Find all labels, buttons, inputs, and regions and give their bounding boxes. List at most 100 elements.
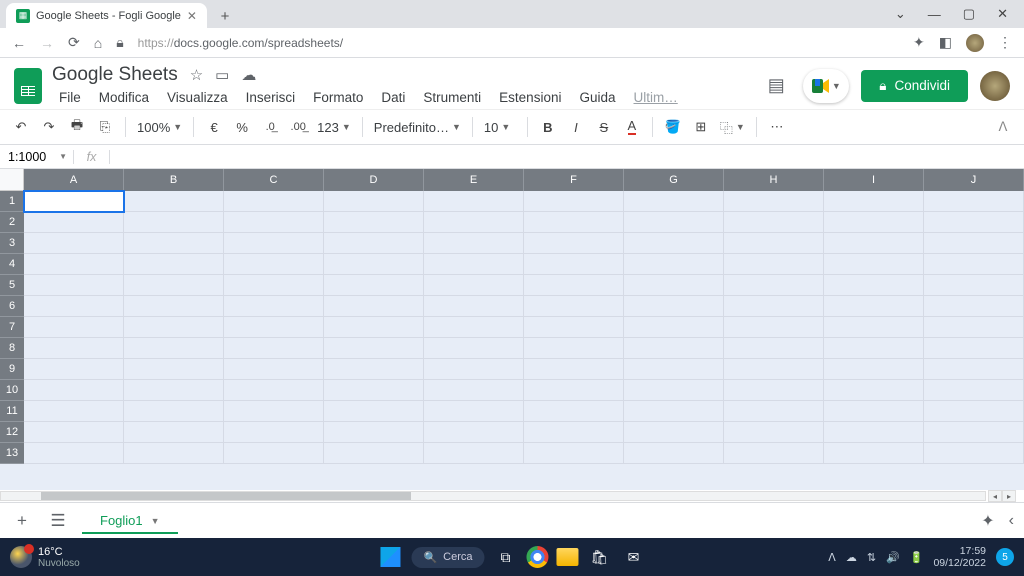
row-header[interactable]: 6 — [0, 296, 24, 317]
bold-button[interactable]: B — [535, 114, 561, 140]
cell[interactable] — [124, 359, 224, 380]
scroll-right-icon[interactable]: ▸ — [1002, 490, 1016, 502]
cell[interactable] — [724, 212, 824, 233]
cell[interactable] — [224, 275, 324, 296]
row-header[interactable]: 5 — [0, 275, 24, 296]
cell[interactable] — [224, 233, 324, 254]
cell[interactable] — [124, 275, 224, 296]
cell[interactable] — [324, 338, 424, 359]
reload-icon[interactable]: ⟳ — [68, 34, 80, 51]
cell[interactable] — [524, 317, 624, 338]
row-header[interactable]: 9 — [0, 359, 24, 380]
row-header[interactable]: 10 — [0, 380, 24, 401]
cell[interactable] — [824, 212, 924, 233]
cell[interactable] — [624, 296, 724, 317]
maximize-icon[interactable]: ▢ — [963, 6, 975, 22]
column-header[interactable]: G — [624, 169, 724, 191]
cell[interactable] — [524, 296, 624, 317]
cell[interactable] — [924, 359, 1024, 380]
row-header[interactable]: 1 — [0, 191, 24, 212]
cell[interactable] — [924, 254, 1024, 275]
cloud-status-icon[interactable]: ☁ — [241, 66, 256, 84]
column-header[interactable]: I — [824, 169, 924, 191]
cell[interactable] — [324, 380, 424, 401]
add-sheet-button[interactable]: + — [10, 511, 34, 531]
cell[interactable] — [824, 443, 924, 464]
cell[interactable] — [624, 443, 724, 464]
menu-formato[interactable]: Formato — [306, 88, 370, 107]
menu-last-edit[interactable]: Ultim… — [627, 88, 685, 107]
cell[interactable] — [524, 401, 624, 422]
cell[interactable] — [224, 212, 324, 233]
cell[interactable] — [24, 380, 124, 401]
forward-icon[interactable]: → — [40, 35, 54, 51]
extensions-icon[interactable]: ✦ — [913, 34, 925, 51]
cell[interactable] — [624, 212, 724, 233]
cell[interactable] — [124, 212, 224, 233]
cell[interactable] — [24, 275, 124, 296]
cell[interactable] — [124, 338, 224, 359]
redo-button[interactable]: ↷ — [36, 114, 62, 140]
cell[interactable] — [424, 296, 524, 317]
cell[interactable] — [224, 401, 324, 422]
row-header[interactable]: 13 — [0, 443, 24, 464]
sheets-logo-icon[interactable] — [14, 68, 42, 104]
cell[interactable] — [824, 191, 924, 212]
cell[interactable] — [224, 317, 324, 338]
percent-button[interactable]: % — [229, 114, 255, 140]
cell[interactable] — [924, 338, 1024, 359]
account-avatar-icon[interactable] — [980, 71, 1010, 101]
explore-icon[interactable]: ✦ — [981, 511, 994, 531]
puzzle-icon[interactable]: ◧ — [939, 34, 952, 51]
sheet-tab[interactable]: Foglio1▼ — [82, 507, 178, 534]
star-icon[interactable]: ☆ — [190, 66, 203, 84]
taskbar-clock[interactable]: 17:5909/12/2022 — [933, 545, 986, 569]
tray-chevron-icon[interactable]: ᐱ — [828, 551, 836, 564]
new-tab-button[interactable]: + — [213, 4, 237, 28]
menu-modifica[interactable]: Modifica — [92, 88, 156, 107]
menu-dati[interactable]: Dati — [374, 88, 412, 107]
cell[interactable] — [324, 422, 424, 443]
cell[interactable] — [724, 296, 824, 317]
close-tab-icon[interactable]: ✕ — [187, 9, 197, 23]
weather-widget[interactable]: 16°CNuvoloso — [10, 546, 80, 569]
column-header[interactable]: A — [24, 169, 124, 191]
cell[interactable] — [724, 422, 824, 443]
back-icon[interactable]: ← — [12, 35, 26, 51]
cell[interactable] — [324, 317, 424, 338]
cell[interactable] — [724, 338, 824, 359]
cell[interactable] — [524, 275, 624, 296]
cell[interactable] — [724, 233, 824, 254]
column-header[interactable]: E — [424, 169, 524, 191]
cell[interactable] — [624, 359, 724, 380]
cell[interactable] — [724, 359, 824, 380]
cell[interactable] — [24, 443, 124, 464]
column-header[interactable]: J — [924, 169, 1024, 191]
all-sheets-button[interactable]: ☰ — [46, 511, 70, 531]
cell[interactable] — [524, 359, 624, 380]
cell[interactable] — [724, 317, 824, 338]
cell[interactable] — [224, 296, 324, 317]
row-header[interactable]: 11 — [0, 401, 24, 422]
menu-estensioni[interactable]: Estensioni — [492, 88, 568, 107]
menu-visualizza[interactable]: Visualizza — [160, 88, 235, 107]
scroll-left-icon[interactable]: ◂ — [988, 490, 1002, 502]
cell[interactable] — [524, 338, 624, 359]
more-button[interactable]: ⋯ — [764, 114, 790, 140]
menu-strumenti[interactable]: Strumenti — [416, 88, 488, 107]
doc-title[interactable]: Google Sheets — [52, 64, 178, 86]
number-format-select[interactable]: 123▼ — [313, 120, 355, 135]
cell[interactable] — [24, 359, 124, 380]
cell[interactable] — [524, 422, 624, 443]
cell[interactable] — [324, 191, 424, 212]
notification-badge[interactable]: 5 — [996, 548, 1014, 566]
cell[interactable] — [724, 275, 824, 296]
cell[interactable] — [124, 296, 224, 317]
cell[interactable] — [24, 212, 124, 233]
row-header[interactable]: 4 — [0, 254, 24, 275]
cell[interactable] — [224, 422, 324, 443]
cell[interactable] — [824, 254, 924, 275]
cell[interactable] — [924, 422, 1024, 443]
cell[interactable] — [924, 380, 1024, 401]
cell[interactable] — [224, 380, 324, 401]
